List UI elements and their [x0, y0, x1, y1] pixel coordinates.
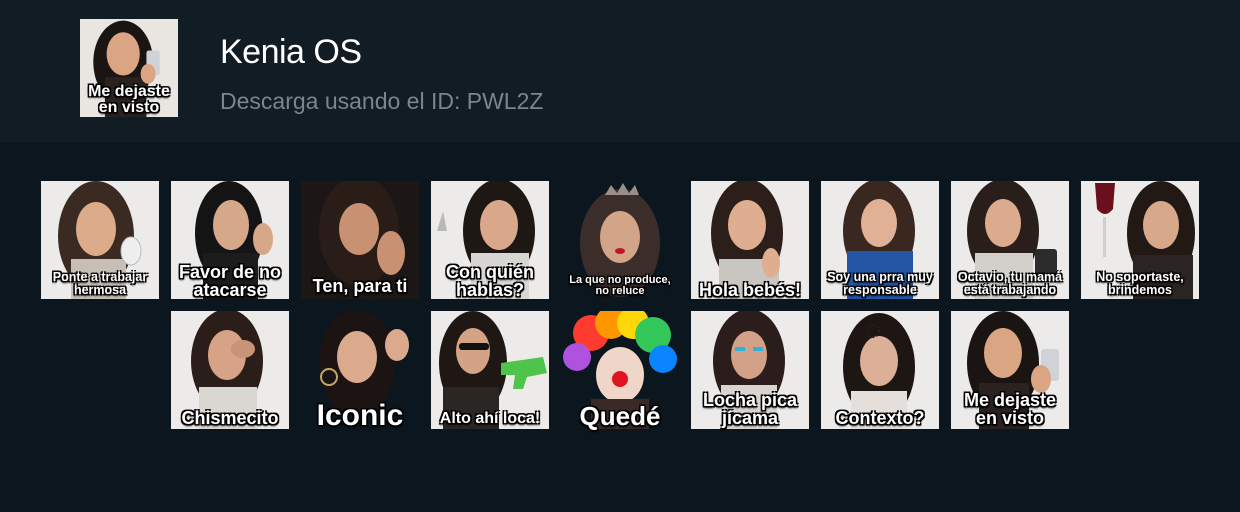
sticker-caption-line2: atacarse: [193, 280, 267, 300]
sticker-8[interactable]: Octavio, tu mamá está trabajando: [951, 181, 1069, 299]
sticker-caption-line2: está trabajando: [963, 282, 1057, 297]
pack-title: Kenia OS: [220, 33, 362, 71]
sticker-1[interactable]: Ponte a trabajar hermosa: [41, 181, 159, 299]
sticker-caption-line2: en visto: [975, 408, 1045, 428]
sticker-11[interactable]: Iconic: [301, 311, 419, 432]
sticker-14[interactable]: Locha pica jícama: [691, 311, 809, 429]
pack-header: Me dejaste en visto Kenia OS Descarga us…: [0, 0, 1240, 142]
pack-download-id: Descarga usando el ID: PWL2Z: [220, 88, 544, 114]
sticker-caption-line1: Ponte a trabajar: [52, 270, 148, 284]
sticker-16[interactable]: Me dejaste en visto: [951, 311, 1069, 429]
sticker-caption-line1: Ten, para ti: [312, 276, 408, 296]
sticker-9[interactable]: No soportaste, brindemos: [1081, 181, 1199, 299]
sticker-caption-line2: responsable: [843, 282, 917, 297]
sticker-10[interactable]: Chismecito: [171, 311, 289, 429]
sticker-5[interactable]: La que no produce, no reluce: [561, 181, 679, 299]
sticker-caption-line1: Favor de no: [178, 262, 281, 282]
sticker-caption-line1: Soy una prra muy: [827, 270, 933, 284]
sticker-caption-line1: Alto ahí loca!: [439, 410, 541, 427]
sticker-caption-line1: Con quién: [446, 262, 534, 282]
sticker-caption-line1: Me dejaste: [963, 390, 1057, 410]
sticker-caption-line2: jícama: [721, 408, 779, 428]
sticker-caption-line1: No soportaste,: [1096, 270, 1184, 284]
sticker-caption-line2: hermosa: [73, 282, 127, 297]
pack-icon-sticker[interactable]: Me dejaste en visto: [80, 18, 178, 118]
sticker-caption-line2: brindemos: [1108, 282, 1172, 297]
sticker-caption-line1: Octavio, tu mamá: [957, 270, 1063, 284]
sticker-3[interactable]: Ten, para ti: [301, 181, 419, 299]
sticker-4[interactable]: Con quién hablas?: [431, 181, 549, 299]
pack-icon-caption-line2: en visto: [98, 99, 160, 116]
sticker-caption-line1: Iconic: [316, 399, 404, 432]
sticker-caption-line1: Locha pica: [702, 390, 798, 410]
sticker-13[interactable]: Quedé: [561, 311, 679, 429]
sticker-caption-line2: hablas?: [455, 280, 525, 300]
sticker-12[interactable]: Alto ahí loca!: [431, 311, 549, 429]
sticker-caption-line1: Contexto?: [835, 408, 925, 428]
sticker-7[interactable]: Soy una prra muy responsable: [821, 181, 939, 299]
sticker-caption-line1: Hola bebés!: [698, 280, 802, 300]
sticker-2[interactable]: Favor de no atacarse: [171, 181, 289, 299]
pack-icon-caption-line1: Me dejaste: [88, 83, 170, 100]
sticker-15[interactable]: Contexto?: [821, 311, 939, 429]
sticker-caption-line1: Chismecito: [181, 408, 279, 428]
sticker-6[interactable]: Hola bebés!: [691, 181, 809, 299]
sticker-caption-line2: no reluce: [595, 285, 645, 297]
sticker-caption-line1: Quedé: [579, 401, 661, 431]
